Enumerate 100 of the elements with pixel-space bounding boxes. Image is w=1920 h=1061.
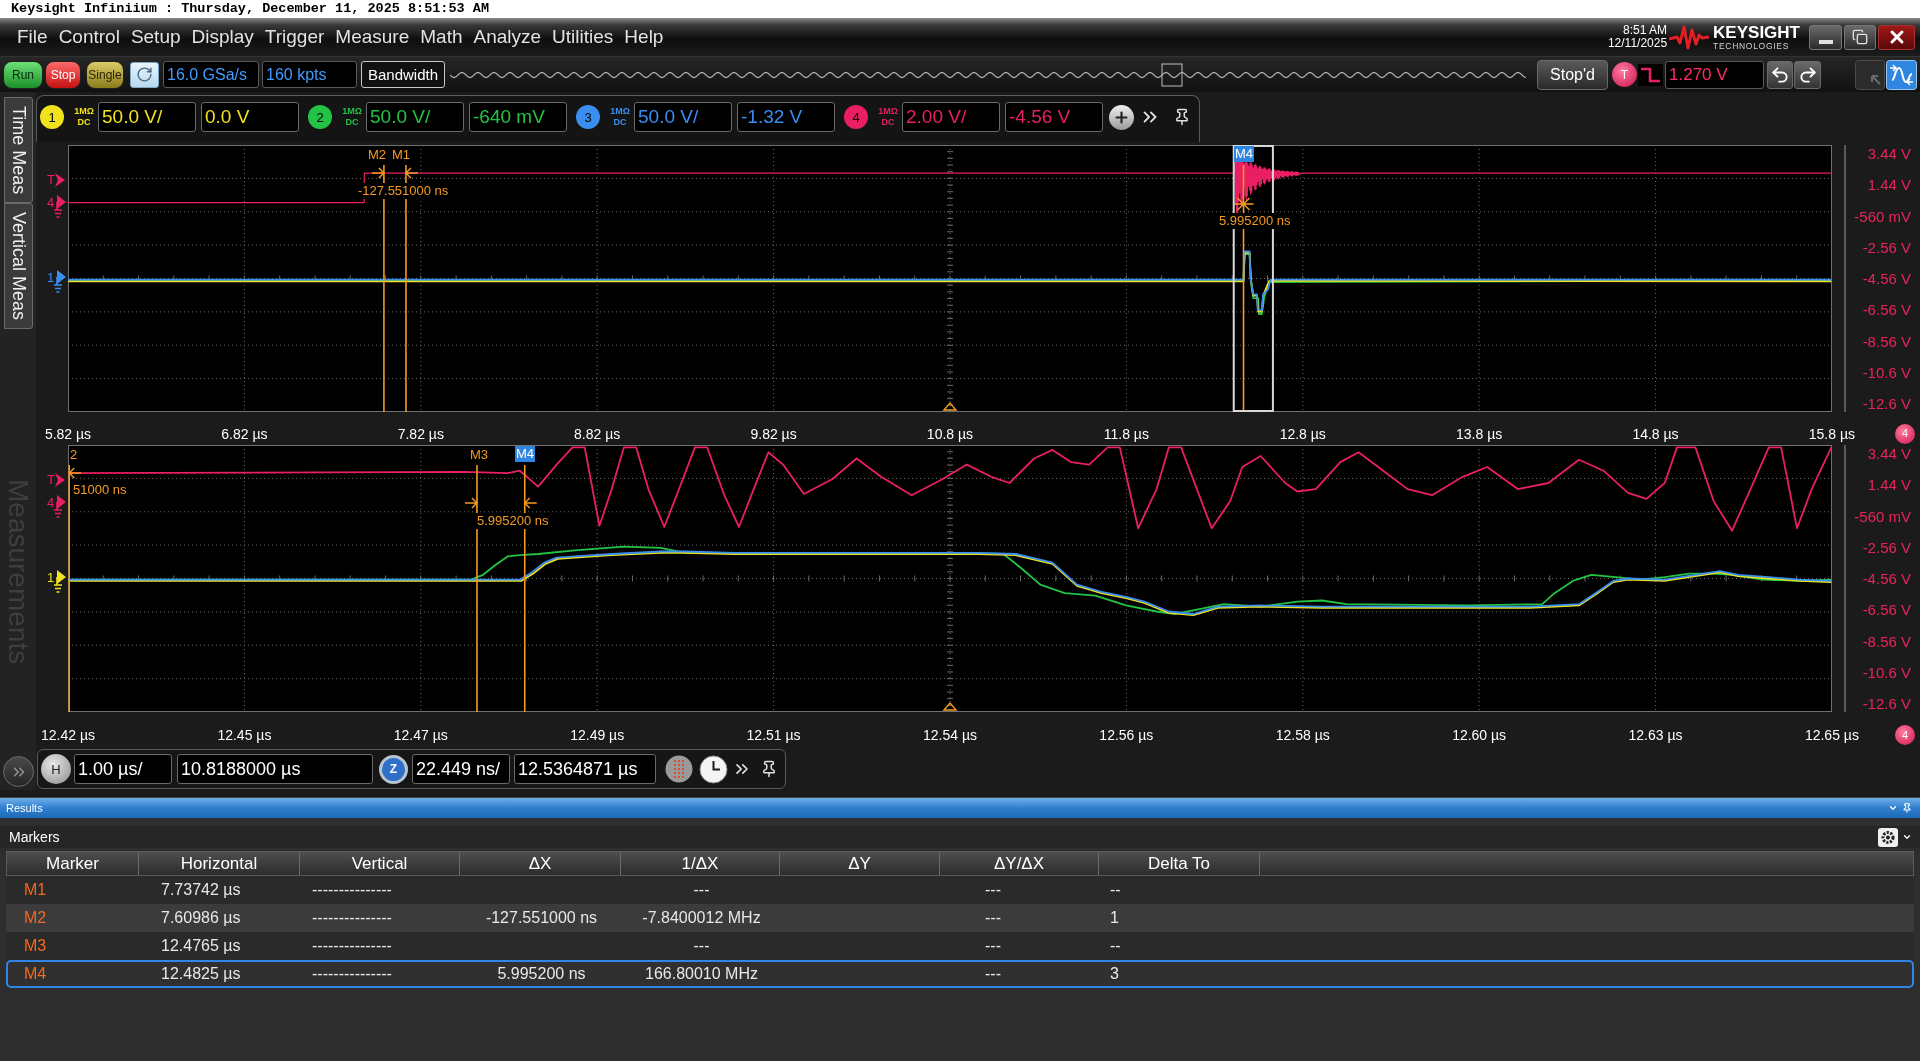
channel-button[interactable]: 4 bbox=[844, 105, 868, 129]
logo-name: KEYSIGHT bbox=[1713, 23, 1800, 41]
scale-field[interactable]: 50.0 V/ bbox=[634, 102, 732, 132]
time-axis-label: 12.45 µs bbox=[216, 727, 273, 743]
trigger-level-field[interactable]: 1.270 V bbox=[1665, 60, 1764, 89]
impedance-label: 1MΩ bbox=[878, 106, 898, 117]
side-tab[interactable]: Vertical Meas bbox=[4, 203, 33, 330]
column-header[interactable]: ΔY/ΔX bbox=[940, 852, 1099, 875]
menu-item[interactable]: Help bbox=[624, 26, 664, 48]
minimize-button[interactable] bbox=[1809, 24, 1842, 50]
time-axis-label: 12.42 µs bbox=[40, 727, 96, 743]
level-arrow-icon[interactable] bbox=[54, 172, 65, 188]
coupling-label: DC bbox=[77, 117, 91, 128]
add-channel-button[interactable] bbox=[1109, 104, 1134, 130]
dashed-lines-icon[interactable] bbox=[665, 755, 693, 783]
waveform-arrows-icon[interactable] bbox=[1886, 59, 1917, 90]
table-cell: -- bbox=[1110, 937, 1121, 955]
column-header[interactable]: Marker bbox=[7, 852, 139, 875]
memory-depth-field[interactable]: 160 kpts bbox=[262, 61, 357, 88]
pin-icon[interactable] bbox=[1173, 108, 1191, 126]
acquisition-button[interactable]: Run bbox=[3, 60, 43, 89]
time-position-field[interactable]: 10.8188000 µs bbox=[177, 754, 373, 784]
zoom-scale-field[interactable]: 22.449 ns/ bbox=[412, 754, 510, 784]
ground-marker-icon[interactable] bbox=[54, 270, 67, 294]
column-header[interactable]: 1/ΔX bbox=[621, 852, 780, 875]
menu-item[interactable]: Setup bbox=[130, 26, 181, 48]
menu-item[interactable]: Utilities bbox=[552, 26, 614, 48]
level-arrow-icon[interactable] bbox=[54, 472, 65, 488]
voltage-axis-label: -560 mV bbox=[1854, 207, 1911, 225]
falling-edge-icon[interactable] bbox=[1638, 63, 1663, 86]
offset-field[interactable]: -4.56 V bbox=[1005, 102, 1103, 132]
menu-item[interactable]: Trigger bbox=[264, 26, 325, 48]
voltage-axis-label: -6.56 V bbox=[1862, 301, 1911, 319]
column-header[interactable]: Vertical bbox=[300, 852, 460, 875]
table-row[interactable]: M3 12.4765 µs --------------- --- --- -- bbox=[6, 932, 1914, 960]
acquisition-button[interactable]: Stop bbox=[45, 60, 81, 89]
channel-button[interactable]: 2 bbox=[308, 105, 332, 129]
column-header[interactable]: ΔX bbox=[460, 852, 621, 875]
menu-item[interactable]: Analyze bbox=[473, 26, 542, 48]
menu-item[interactable]: Math bbox=[420, 26, 463, 48]
ground-marker-icon[interactable] bbox=[54, 195, 67, 219]
results-title: Results bbox=[6, 802, 43, 814]
time-axis-label: 6.82 µs bbox=[220, 425, 269, 442]
delta-readout: -127.551000 ns bbox=[357, 183, 450, 199]
acquisition-button[interactable]: Single bbox=[86, 60, 124, 89]
refresh-button[interactable] bbox=[130, 61, 159, 88]
menu-item[interactable]: File bbox=[17, 26, 48, 48]
table-cell: --------------- bbox=[312, 909, 392, 927]
sample-rate-field[interactable]: 16.0 GSa/s bbox=[163, 61, 259, 88]
clock-icon[interactable] bbox=[699, 754, 728, 784]
scale-field[interactable]: 50.0 V/ bbox=[366, 102, 464, 132]
time-axis-label: 12.58 µs bbox=[1274, 727, 1331, 743]
marker-label[interactable]: M4 bbox=[515, 446, 536, 462]
channel-button[interactable]: 1 bbox=[40, 105, 64, 129]
close-button[interactable] bbox=[1878, 24, 1915, 50]
menu-item[interactable]: Display bbox=[191, 26, 254, 48]
menu-item[interactable]: Control bbox=[58, 26, 120, 48]
table-row[interactable]: M1 7.73742 µs --------------- --- --- -- bbox=[6, 876, 1914, 904]
clock-date: 12/11/2025 bbox=[1607, 37, 1668, 50]
offset-field[interactable]: -1.32 V bbox=[737, 102, 835, 132]
offset-field[interactable]: -640 mV bbox=[469, 102, 567, 132]
table-cell: 166.80010 MHz bbox=[645, 965, 758, 983]
restore-button[interactable] bbox=[1844, 24, 1876, 50]
voltage-axis-label: -12.6 V bbox=[1862, 395, 1911, 412]
scale-field[interactable]: 50.0 V/ bbox=[98, 102, 196, 132]
bandwidth-button[interactable]: Bandwidth bbox=[361, 61, 445, 88]
settings-icon[interactable] bbox=[1878, 827, 1898, 847]
marker-label[interactable]: M4 bbox=[1234, 146, 1255, 162]
column-header[interactable]: Delta To bbox=[1099, 852, 1260, 875]
pin-icon[interactable] bbox=[760, 760, 778, 778]
plus-icon bbox=[1113, 108, 1130, 126]
zoom-position-field[interactable]: 12.5364871 µs bbox=[514, 754, 656, 784]
ground-marker-icon[interactable] bbox=[54, 570, 67, 594]
table-cell: --- bbox=[985, 937, 1001, 955]
table-row[interactable]: M4 12.4825 µs --------------- 5.995200 ns 166.80010 MHz --- 3 bbox=[6, 960, 1914, 988]
voltage-axis-label: -6.56 V bbox=[1862, 601, 1911, 619]
menu-item[interactable]: Measure bbox=[335, 26, 410, 48]
minimize-icon bbox=[1818, 39, 1833, 44]
table-row[interactable]: M2 7.60986 µs --------------- -127.551000 ns -7.8400012 MHz --- 1 bbox=[6, 904, 1914, 932]
undo-button[interactable] bbox=[1767, 60, 1793, 89]
zoom-button[interactable]: Z bbox=[379, 754, 408, 784]
horizontal-button[interactable]: H bbox=[41, 754, 71, 784]
column-header[interactable]: Horizontal bbox=[139, 852, 300, 875]
ground-marker-icon[interactable] bbox=[54, 495, 67, 519]
voltage-axis-label: 3.44 V bbox=[1867, 445, 1911, 462]
impedance-label: 1MΩ bbox=[74, 106, 94, 117]
time-scale-field[interactable]: 1.00 µs/ bbox=[74, 754, 172, 784]
column-header[interactable]: ΔY bbox=[780, 852, 940, 875]
table-cell: --- bbox=[693, 937, 710, 955]
status-button[interactable]: Stop'd bbox=[1537, 59, 1608, 90]
channel-button[interactable]: 3 bbox=[576, 105, 600, 129]
caret-icon[interactable] bbox=[1902, 832, 1912, 842]
scale-field[interactable]: 2.00 V/ bbox=[902, 102, 1000, 132]
redo-button[interactable] bbox=[1794, 60, 1821, 89]
offset-field[interactable]: 0.0 V bbox=[201, 102, 299, 132]
expand-panel-button[interactable] bbox=[3, 756, 34, 787]
chevron-down-icon[interactable] bbox=[1888, 803, 1898, 813]
trigger-level-label: T bbox=[47, 172, 55, 188]
time-axis-label: 7.82 µs bbox=[396, 425, 445, 442]
side-tab[interactable]: Time Meas bbox=[4, 97, 33, 204]
